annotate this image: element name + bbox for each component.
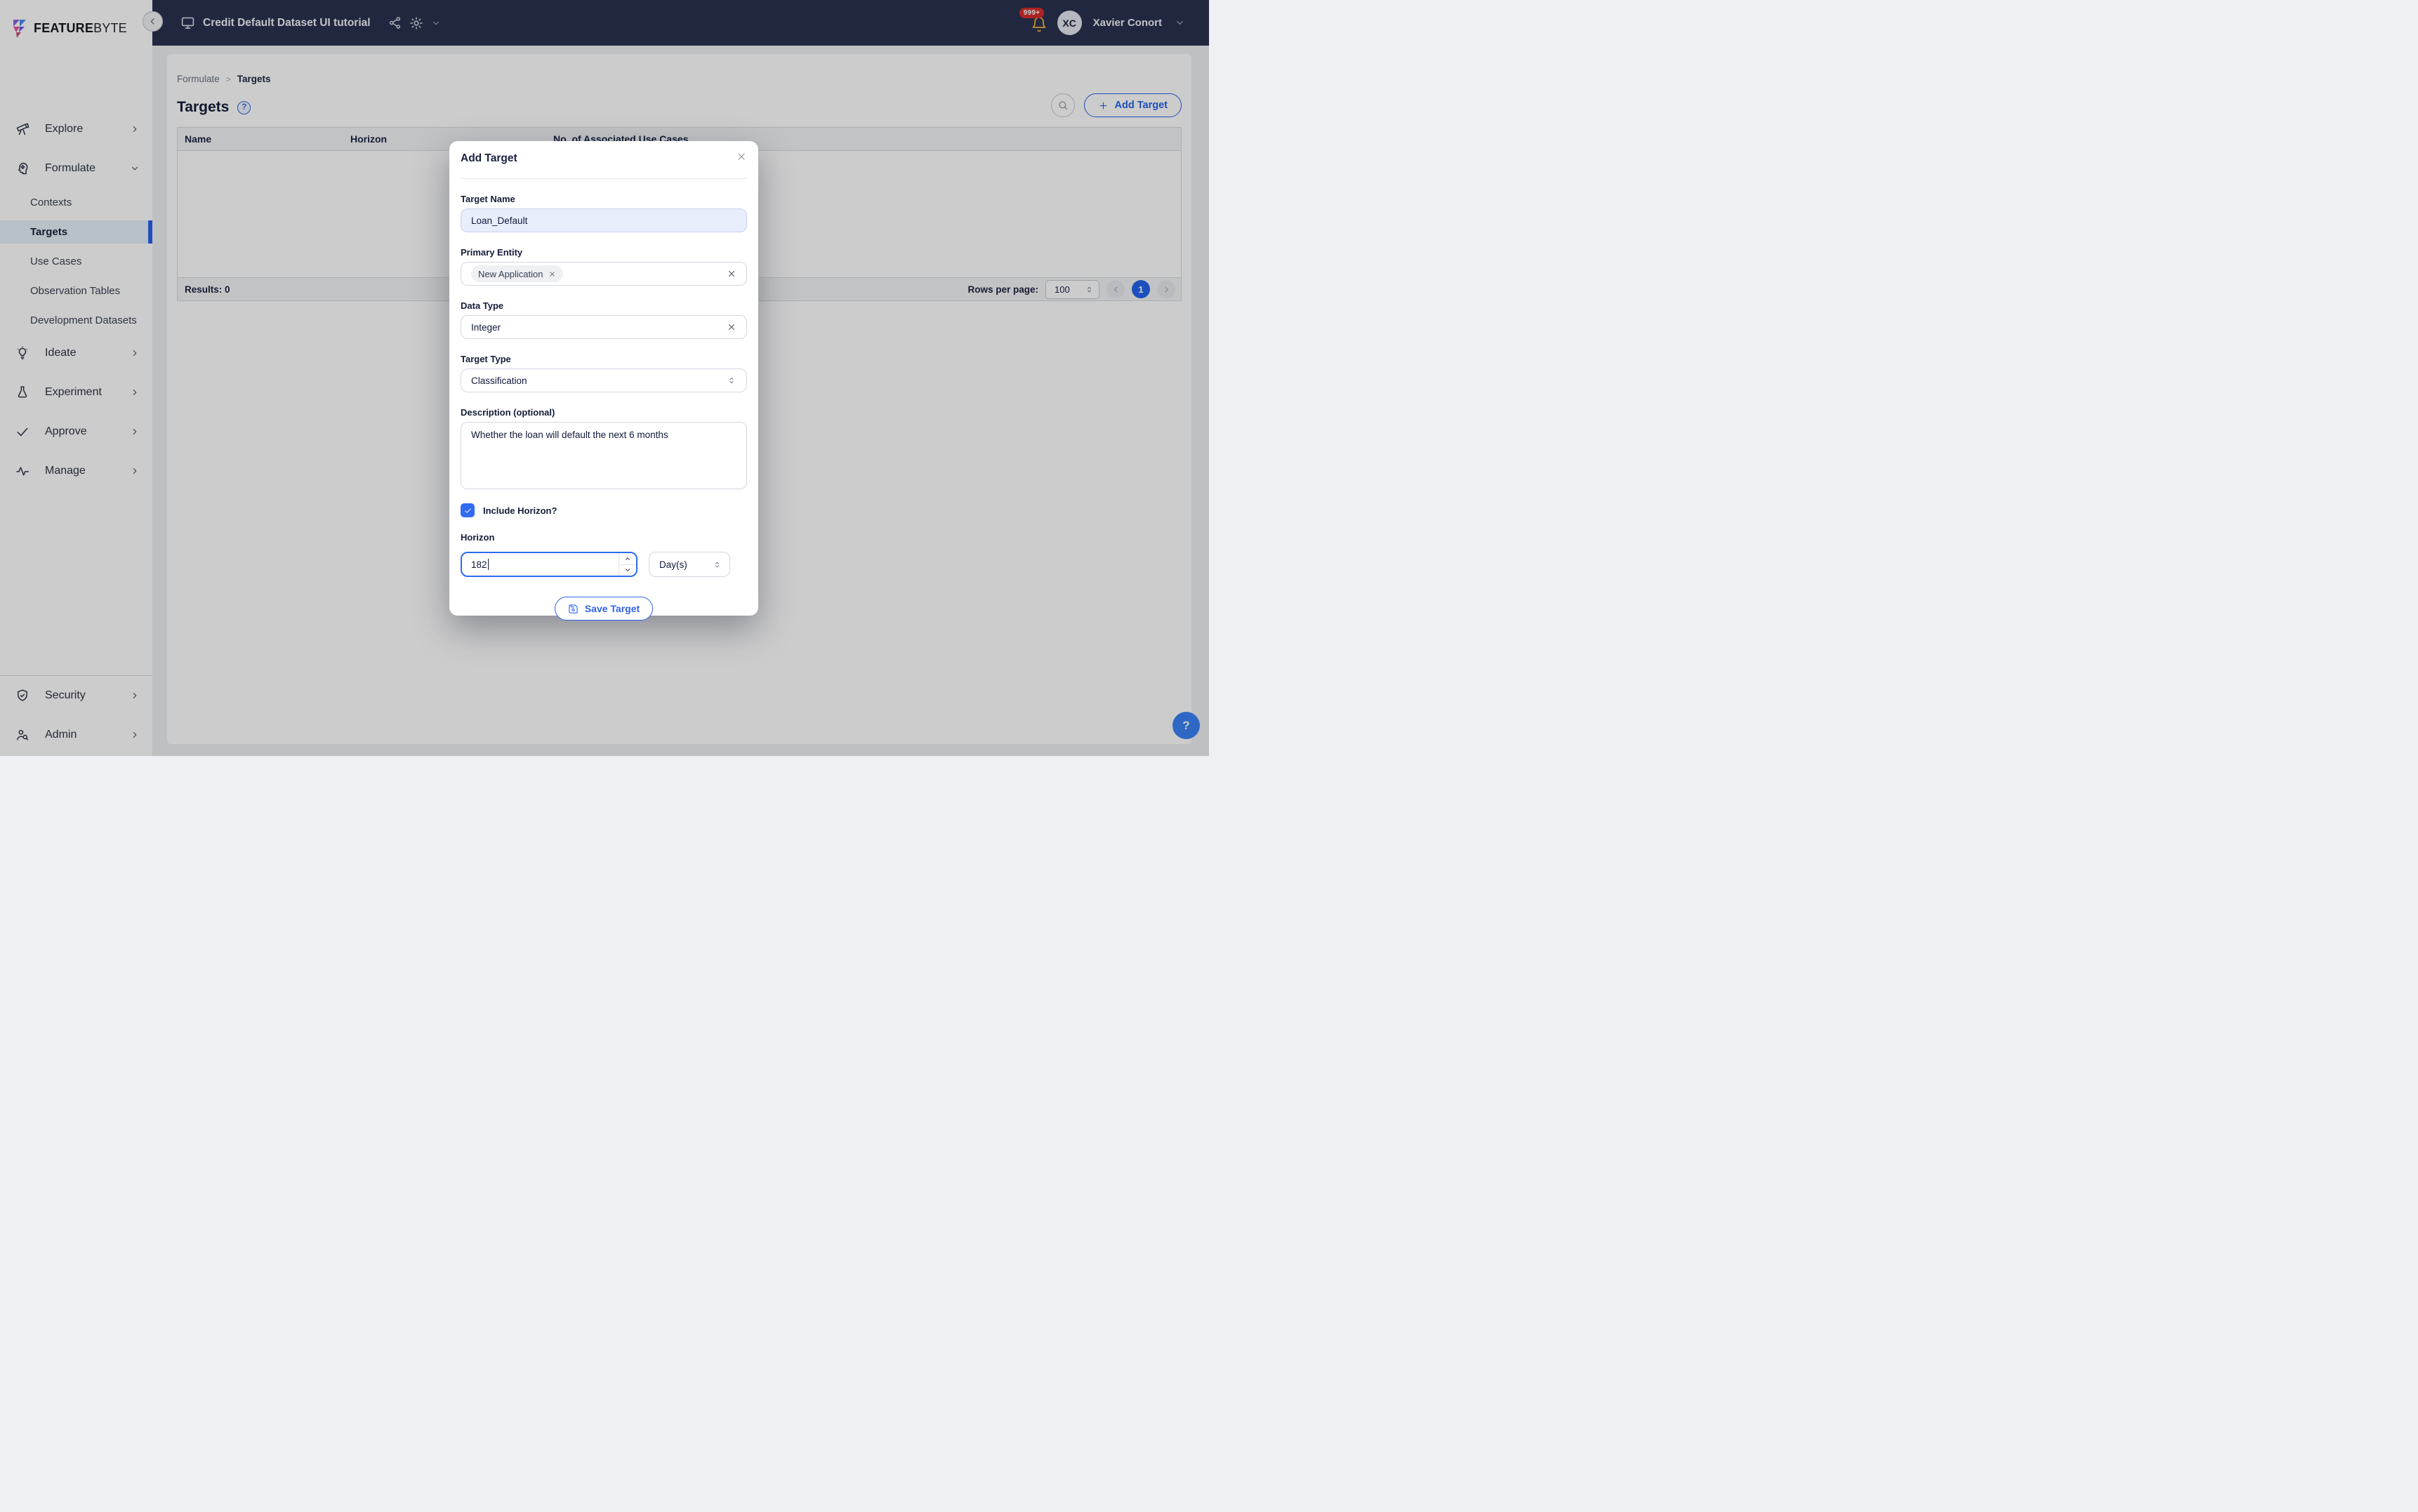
- modal-title: Add Target: [461, 152, 517, 164]
- target-name-input[interactable]: [461, 208, 747, 232]
- stepper-down-button[interactable]: [619, 565, 636, 576]
- horizon-unit-value: Day(s): [659, 559, 687, 570]
- data-type-field[interactable]: Integer: [461, 315, 747, 339]
- data-type-label: Data Type: [461, 300, 504, 311]
- horizon-label: Horizon: [461, 532, 495, 543]
- modal-body: Target Name Primary Entity New Applicati…: [449, 194, 758, 621]
- data-type-clear-icon[interactable]: [727, 322, 736, 332]
- stepper-up-button[interactable]: [619, 553, 636, 565]
- target-type-label: Target Type: [461, 354, 511, 364]
- add-target-modal: Add Target Target Name Primary Entity Ne…: [449, 141, 758, 621]
- select-spinner-icon: [713, 560, 722, 569]
- target-name-label: Target Name: [461, 194, 515, 204]
- horizon-row: 182 Day(s): [461, 552, 747, 577]
- include-horizon-label: Include Horizon?: [483, 505, 557, 516]
- app-screen: FEATUREBYTE Explore Formulate Contexts T…: [0, 0, 1209, 756]
- include-horizon-checkbox[interactable]: [461, 503, 475, 517]
- primary-entity-label: Primary Entity: [461, 247, 523, 258]
- save-target-button[interactable]: Save Target: [554, 597, 654, 621]
- target-type-value: Classification: [471, 375, 527, 386]
- chip-label: New Application: [478, 268, 543, 279]
- primary-entity-chip[interactable]: New Application: [471, 265, 563, 282]
- horizon-input[interactable]: 182: [461, 552, 637, 577]
- chip-remove-icon[interactable]: [548, 270, 556, 278]
- horizon-unit-select[interactable]: Day(s): [649, 552, 730, 577]
- data-type-value: Integer: [471, 321, 501, 333]
- modal-header: Add Target: [449, 141, 758, 165]
- horizon-stepper: [619, 553, 636, 576]
- primary-entity-field[interactable]: New Application: [461, 262, 747, 286]
- target-type-select[interactable]: Classification: [461, 369, 747, 392]
- primary-entity-clear-icon[interactable]: [727, 269, 736, 279]
- modal-footer: Save Target: [461, 597, 747, 621]
- save-target-label: Save Target: [584, 603, 640, 614]
- include-horizon-row: Include Horizon?: [461, 503, 747, 517]
- check-icon: [464, 508, 471, 513]
- description-textarea[interactable]: Whether the loan will default the next 6…: [461, 422, 747, 489]
- modal-close-icon[interactable]: [736, 151, 747, 162]
- save-icon: [569, 604, 578, 614]
- modal-divider: [461, 178, 747, 179]
- horizon-value: 182: [471, 559, 487, 570]
- text-cursor: [487, 559, 489, 570]
- description-label: Description (optional): [461, 407, 555, 418]
- select-spinner-icon: [727, 376, 736, 385]
